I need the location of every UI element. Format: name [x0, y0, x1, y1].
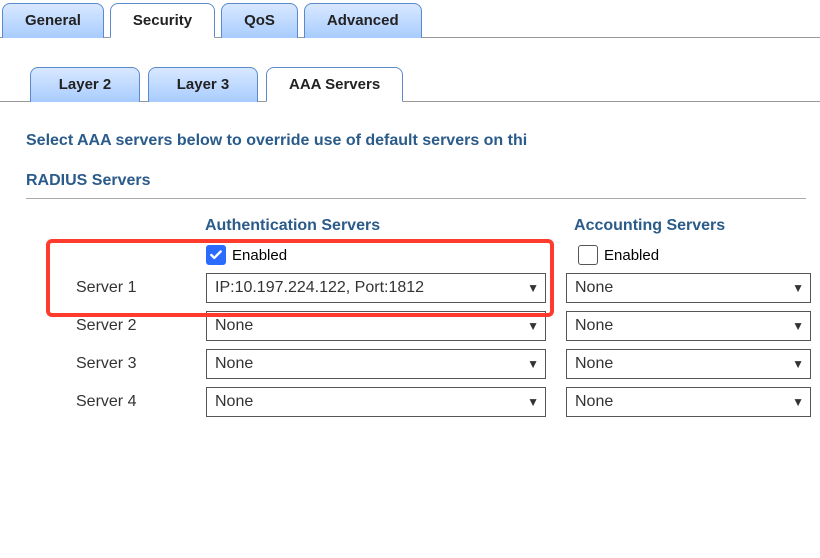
tab-layer3[interactable]: Layer 3 [148, 67, 258, 102]
select-value: None [215, 317, 253, 335]
tab-layer2[interactable]: Layer 2 [30, 67, 140, 102]
server-row: Server 3 None ▼ None ▼ [76, 349, 820, 379]
auth-enabled-label: Enabled [232, 247, 287, 264]
acct-enabled-checkbox[interactable] [578, 245, 598, 265]
instruction-text: Select AAA servers below to override use… [26, 132, 820, 150]
server3-acct-select[interactable]: None ▼ [566, 349, 811, 379]
chevron-down-icon: ▼ [527, 281, 539, 295]
select-value: None [215, 393, 253, 411]
select-value: None [575, 317, 613, 335]
server4-auth-select[interactable]: None ▼ [206, 387, 546, 417]
select-value: None [575, 355, 613, 373]
top-tab-bar: General Security QoS Advanced [0, 0, 820, 38]
chevron-down-icon: ▼ [527, 395, 539, 409]
server-row: Server 4 None ▼ None ▼ [76, 387, 820, 417]
tab-aaa-servers[interactable]: AAA Servers [266, 67, 403, 102]
content-panel: Select AAA servers below to override use… [0, 102, 820, 417]
column-header-auth: Authentication Servers [205, 217, 562, 235]
checkmark-icon [209, 248, 223, 262]
tab-qos[interactable]: QoS [221, 3, 298, 38]
enable-row: Enabled Enabled [76, 245, 820, 265]
server-row-label: Server 3 [76, 355, 206, 373]
chevron-down-icon: ▼ [527, 319, 539, 333]
server2-acct-select[interactable]: None ▼ [566, 311, 811, 341]
server-row: Server 2 None ▼ None ▼ [76, 311, 820, 341]
select-value: IP:10.197.224.122, Port:1812 [215, 279, 424, 297]
server1-auth-select[interactable]: IP:10.197.224.122, Port:1812 ▼ [206, 273, 546, 303]
sub-tab-bar: Layer 2 Layer 3 AAA Servers [0, 38, 820, 102]
server-row-label: Server 1 [76, 279, 206, 297]
column-header-acct: Accounting Servers [562, 217, 820, 235]
select-value: None [575, 393, 613, 411]
select-value: None [215, 355, 253, 373]
auth-enabled-checkbox[interactable] [206, 245, 226, 265]
tab-general[interactable]: General [2, 3, 104, 38]
tab-security[interactable]: Security [110, 3, 215, 38]
tab-advanced[interactable]: Advanced [304, 3, 422, 38]
server-row: Server 1 IP:10.197.224.122, Port:1812 ▼ … [76, 273, 820, 303]
chevron-down-icon: ▼ [792, 319, 804, 333]
grid-header-spacer [76, 217, 205, 235]
grid-header-row: Authentication Servers Accounting Server… [76, 217, 820, 235]
server2-auth-select[interactable]: None ▼ [206, 311, 546, 341]
chevron-down-icon: ▼ [792, 357, 804, 371]
server1-acct-select[interactable]: None ▼ [566, 273, 811, 303]
chevron-down-icon: ▼ [792, 281, 804, 295]
section-heading-radius: RADIUS Servers [26, 172, 820, 190]
select-value: None [575, 279, 613, 297]
server-grid: Authentication Servers Accounting Server… [26, 217, 820, 417]
chevron-down-icon: ▼ [527, 357, 539, 371]
server-row-label: Server 4 [76, 393, 206, 411]
server3-auth-select[interactable]: None ▼ [206, 349, 546, 379]
chevron-down-icon: ▼ [792, 395, 804, 409]
divider [26, 198, 806, 199]
server-row-label: Server 2 [76, 317, 206, 335]
acct-enabled-label: Enabled [604, 247, 659, 264]
server4-acct-select[interactable]: None ▼ [566, 387, 811, 417]
